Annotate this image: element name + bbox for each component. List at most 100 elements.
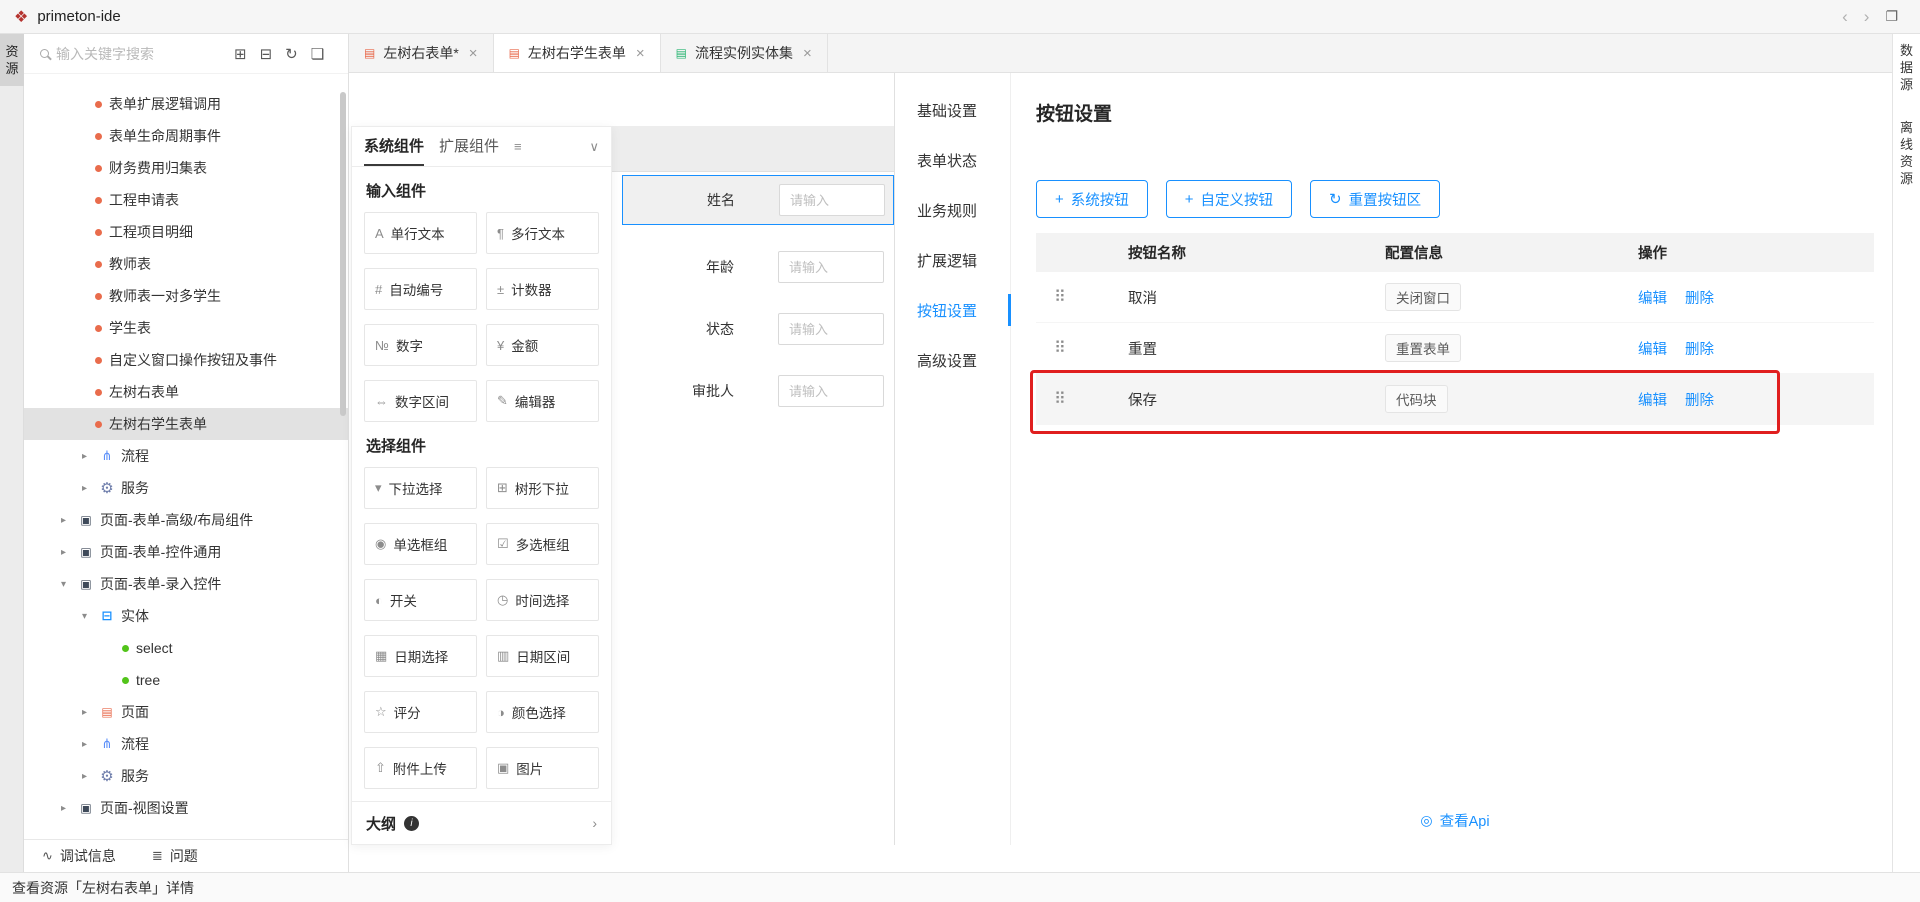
expand-arrow-icon[interactable]: ▾: [82, 611, 93, 622]
refresh-icon[interactable]: ↻: [285, 45, 298, 63]
tree-item[interactable]: 教师表: [24, 248, 348, 280]
tree-item[interactable]: ▾ 实体: [24, 600, 348, 632]
component-item[interactable]: ◐ 开关: [364, 579, 477, 621]
close-tab-icon[interactable]: ×: [469, 45, 478, 62]
settings-nav-item[interactable]: 按钮设置: [895, 285, 1010, 335]
tree-item[interactable]: ▸ 流程: [24, 440, 348, 472]
tree-item[interactable]: 教师表一对多学生: [24, 280, 348, 312]
drag-handle-icon[interactable]: ⠿: [1036, 338, 1128, 358]
tree-item[interactable]: ▸ 页面-表单-高级/布局组件: [24, 504, 348, 536]
resources-rail-tab[interactable]: 资源: [0, 34, 24, 86]
tree-scrollbar[interactable]: [340, 92, 346, 416]
expand-arrow-icon[interactable]: ▸: [82, 739, 93, 750]
form-field-row[interactable]: 审批人: [612, 371, 894, 411]
component-item[interactable]: ▥ 日期区间: [486, 635, 599, 677]
tree-item[interactable]: 表单扩展逻辑调用: [24, 88, 348, 120]
action-button[interactable]: + 自定义按钮: [1166, 180, 1292, 218]
component-item[interactable]: ☑ 多选框组: [486, 523, 599, 565]
expand-arrow-icon[interactable]: ▸: [61, 547, 72, 558]
close-tab-icon[interactable]: ×: [636, 45, 645, 62]
tree-item[interactable]: ▸ 服务: [24, 760, 348, 792]
delete-link[interactable]: 删除: [1685, 389, 1714, 410]
tree-item[interactable]: ▸ 服务: [24, 472, 348, 504]
palette-collapse-icon[interactable]: ∨: [589, 139, 599, 155]
component-item[interactable]: ¶ 多行文本: [486, 212, 599, 254]
datasource-rail-tab[interactable]: 数据源: [1893, 42, 1920, 93]
form-field-row[interactable]: 年龄: [612, 247, 894, 287]
tab-extension-components[interactable]: 扩展组件: [439, 127, 499, 166]
tree-item[interactable]: 自定义窗口操作按钮及事件: [24, 344, 348, 376]
action-button[interactable]: + 系统按钮: [1036, 180, 1148, 218]
expand-arrow-icon[interactable]: ▸: [82, 451, 93, 462]
cascade-icon[interactable]: ❏: [311, 45, 324, 63]
view-api-link[interactable]: ◎ 查看Api: [1036, 810, 1874, 831]
settings-nav-item[interactable]: 基础设置: [895, 85, 1010, 135]
document-tab[interactable]: ▤ 流程实例实体集 ×: [661, 34, 828, 72]
settings-nav-item[interactable]: 扩展逻辑: [895, 235, 1010, 285]
settings-nav-item[interactable]: 表单状态: [895, 135, 1010, 185]
edit-link[interactable]: 编辑: [1638, 338, 1667, 359]
component-item[interactable]: № 数字: [364, 324, 477, 366]
tree-item[interactable]: 学生表: [24, 312, 348, 344]
component-item[interactable]: ☆ 评分: [364, 691, 477, 733]
nav-back-icon[interactable]: ‹: [1842, 7, 1848, 27]
expand-arrow-icon[interactable]: ▸: [82, 707, 93, 718]
tree-item[interactable]: 左树右表单: [24, 376, 348, 408]
component-item[interactable]: ▣ 图片: [486, 747, 599, 789]
tree-item[interactable]: 左树右学生表单: [24, 408, 348, 440]
save-layout-icon[interactable]: ❐: [1885, 8, 1898, 25]
settings-nav-item[interactable]: 业务规则: [895, 185, 1010, 235]
action-button[interactable]: ↻ 重置按钮区: [1310, 180, 1440, 218]
edit-link[interactable]: 编辑: [1638, 287, 1667, 308]
delete-link[interactable]: 删除: [1685, 338, 1714, 359]
edit-link[interactable]: 编辑: [1638, 389, 1667, 410]
expand-arrow-icon[interactable]: ▸: [61, 803, 72, 814]
form-field-row[interactable]: 姓名: [622, 175, 894, 225]
component-item[interactable]: ⇧ 附件上传: [364, 747, 477, 789]
tree-item[interactable]: ▸ 页面-视图设置: [24, 792, 348, 824]
settings-nav-item[interactable]: 高级设置: [895, 335, 1010, 385]
component-item[interactable]: ⊞ 树形下拉: [486, 467, 599, 509]
tree-item[interactable]: 表单生命周期事件: [24, 120, 348, 152]
component-item[interactable]: ▦ 日期选择: [364, 635, 477, 677]
field-input[interactable]: [778, 375, 884, 407]
offline-resources-rail-tab[interactable]: 离线资源: [1893, 119, 1920, 187]
field-input[interactable]: [778, 313, 884, 345]
document-tab[interactable]: ▤ 左树右表单* ×: [349, 34, 494, 72]
search-input[interactable]: [56, 46, 206, 62]
tree-item[interactable]: ▸ 页面: [24, 696, 348, 728]
expand-arrow-icon[interactable]: ▸: [61, 515, 72, 526]
component-item[interactable]: ¥ 金额: [486, 324, 599, 366]
problems-tab[interactable]: ≣ 问题: [152, 846, 198, 866]
tree-item[interactable]: ▸ 流程: [24, 728, 348, 760]
component-item[interactable]: ◑ 颜色选择: [486, 691, 599, 733]
component-item[interactable]: ◉ 单选框组: [364, 523, 477, 565]
tree-item[interactable]: ▸ 页面-表单-控件通用: [24, 536, 348, 568]
locate-file-icon[interactable]: ⊞: [234, 45, 247, 63]
search-box[interactable]: [34, 39, 222, 69]
drag-handle-icon[interactable]: ⠿: [1036, 287, 1128, 307]
component-item[interactable]: # 自动编号: [364, 268, 477, 310]
component-item[interactable]: ▾ 下拉选择: [364, 467, 477, 509]
chevron-right-icon[interactable]: ›: [592, 815, 597, 831]
component-item[interactable]: ◷ 时间选择: [486, 579, 599, 621]
form-field-row[interactable]: 状态: [612, 309, 894, 349]
expand-arrow-icon[interactable]: ▸: [82, 771, 93, 782]
component-item[interactable]: ⇔ 数字区间: [364, 380, 477, 422]
component-item[interactable]: ✎ 编辑器: [486, 380, 599, 422]
folder-icon[interactable]: ⊟: [260, 45, 273, 63]
document-tab[interactable]: ▤ 左树右学生表单 ×: [494, 34, 661, 72]
tree-item[interactable]: 工程项目明细: [24, 216, 348, 248]
component-item[interactable]: ± 计数器: [486, 268, 599, 310]
tree-item[interactable]: select: [24, 632, 348, 664]
close-tab-icon[interactable]: ×: [803, 45, 812, 62]
expand-arrow-icon[interactable]: ▸: [82, 483, 93, 494]
outline-bar[interactable]: 大纲 i ›: [352, 801, 611, 844]
tree-item[interactable]: 工程申请表: [24, 184, 348, 216]
field-input[interactable]: [779, 184, 885, 216]
nav-forward-icon[interactable]: ›: [1864, 7, 1870, 27]
expand-arrow-icon[interactable]: ▾: [61, 579, 72, 590]
component-item[interactable]: A 单行文本: [364, 212, 477, 254]
delete-link[interactable]: 删除: [1685, 287, 1714, 308]
tab-system-components[interactable]: 系统组件: [364, 127, 424, 166]
